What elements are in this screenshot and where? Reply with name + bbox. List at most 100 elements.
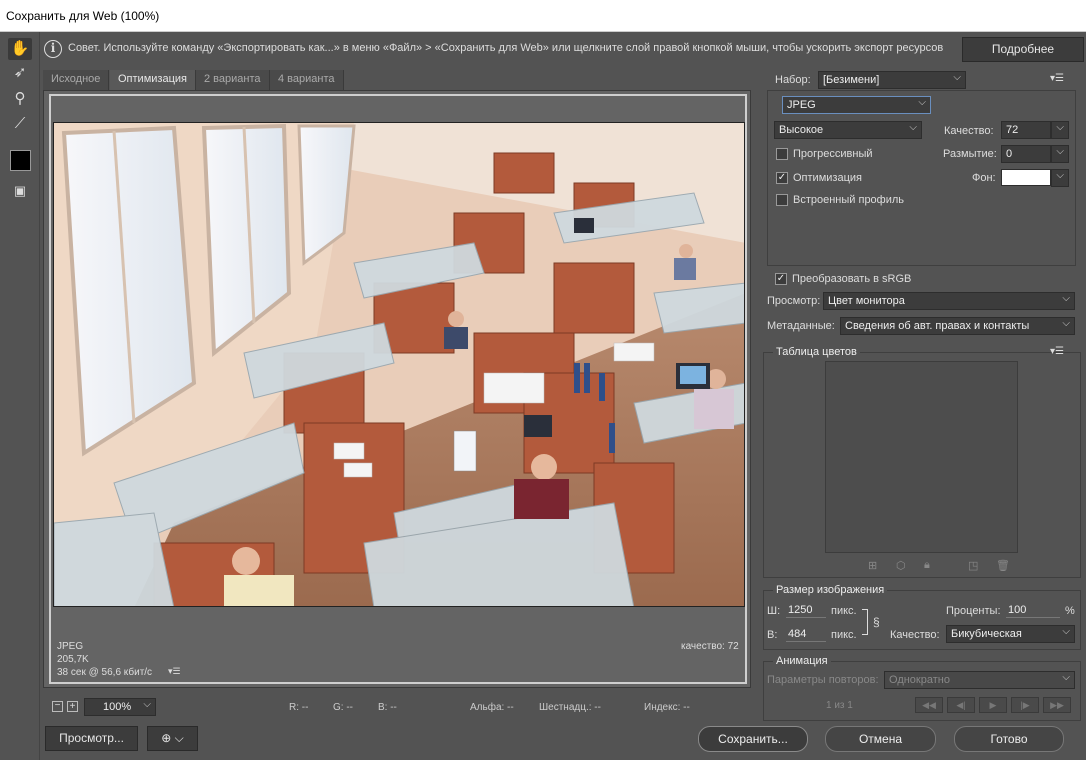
convert-srgb-label: Преобразовать в sRGB (792, 273, 912, 285)
format-select[interactable]: JPEG ⌵ (782, 96, 931, 114)
loop-value: Однократно (889, 674, 950, 686)
preview-value: Цвет монитора (828, 295, 905, 307)
red-readout: R: -- (289, 702, 309, 713)
quality-preset-value: Высокое (779, 124, 824, 136)
preset-select[interactable]: [Безимени] ⌵ (818, 71, 966, 89)
browser-icon: ⊕ (161, 731, 172, 745)
image-size-title: Размер изображения (773, 584, 888, 596)
more-info-button[interactable]: Подробнее (962, 37, 1084, 62)
preset-value: [Безимени] (823, 74, 880, 86)
tab-2up[interactable]: 2 варианта (196, 70, 270, 90)
trash-icon[interactable]: 🗑︎ (996, 559, 1010, 572)
height-unit: пикс. (831, 629, 857, 641)
optimize-menu-icon[interactable]: ▾☰ (1050, 73, 1064, 84)
quality-slider-button[interactable]: ⌵ (1051, 121, 1069, 139)
last-frame-icon[interactable]: ▶▶ (1043, 697, 1071, 713)
chevron-down-icon: ⌵ (953, 72, 961, 83)
download-speed-menu-icon[interactable]: ▾☰ (168, 666, 181, 677)
width-label: Ш: (767, 605, 781, 617)
next-frame-icon[interactable]: |▶ (1011, 697, 1039, 713)
toolbox (0, 32, 40, 760)
prev-frame-icon[interactable]: ◀| (947, 697, 975, 713)
width-input[interactable]: 1250 (786, 603, 826, 618)
cancel-button[interactable]: Отмена (825, 726, 936, 752)
quality-input[interactable]: 72 (1001, 121, 1051, 139)
save-button[interactable]: Сохранить... (698, 726, 808, 752)
color-table-grid[interactable] (825, 361, 1018, 553)
chevron-down-icon: ⌵ (1062, 626, 1070, 637)
preset-label: Набор: (775, 74, 811, 86)
lock-icon[interactable]: 🔒︎ (924, 559, 930, 572)
chevron-down-icon: ⌵ (918, 97, 926, 108)
browser-preview-button[interactable]: ⊕ ⌵ (147, 726, 198, 751)
progressive-checkbox[interactable] (776, 148, 788, 160)
metadata-select[interactable]: Сведения об авт. правах и контакты ⌵ (840, 317, 1075, 335)
quality-readout: качество: 72 (681, 641, 739, 652)
height-label: В: (767, 629, 778, 641)
resample-select[interactable]: Бикубическая ⌵ (946, 625, 1075, 643)
window-title: Сохранить для Web (100%) (0, 0, 1086, 32)
matte-color-swatch[interactable] (1001, 169, 1051, 186)
chevron-down-icon: ⌵ (1062, 672, 1070, 683)
chevron-down-icon: ⌵ (1062, 318, 1070, 329)
loop-select[interactable]: Однократно ⌵ (884, 671, 1075, 689)
zoom-in-icon[interactable]: + (67, 701, 78, 712)
preview-label: Просмотр: (767, 295, 821, 307)
height-input[interactable]: 484 (786, 627, 826, 642)
info-icon: i (44, 40, 62, 58)
embed-profile-checkbox[interactable] (776, 194, 788, 206)
chevron-down-icon: ⌵ (1056, 170, 1064, 181)
blur-slider-button[interactable]: ⌵ (1051, 145, 1069, 163)
preview-image[interactable] (53, 122, 745, 607)
done-button[interactable]: Готово (954, 726, 1064, 752)
hand-tool-icon[interactable]: ✋ (8, 38, 32, 60)
eyedropper-color-swatch[interactable] (10, 150, 31, 171)
matte-label: Фон: (972, 172, 996, 184)
resample-label: Качество: (890, 629, 940, 641)
zoom-out-icon[interactable]: − (52, 701, 63, 712)
web-snap-icon[interactable]: ⬡ (896, 559, 906, 572)
zoom-tool-icon[interactable]: ⚲ (8, 88, 32, 110)
matte-dropdown[interactable]: ⌵ (1051, 169, 1069, 187)
tab-4up[interactable]: 4 варианта (270, 70, 344, 90)
tip-text: Совет. Используйте команду «Экспортирова… (68, 42, 944, 54)
convert-srgb-checkbox[interactable]: ✓ (775, 273, 787, 285)
preview-button[interactable]: Просмотр... (45, 726, 138, 751)
chevron-down-icon: ⌵ (143, 699, 151, 710)
image-format: JPEG (57, 641, 84, 652)
percent-unit: % (1065, 605, 1075, 617)
green-readout: G: -- (333, 702, 353, 713)
tab-original[interactable]: Исходное (43, 70, 110, 90)
image-file-size: 205,7K (57, 654, 89, 665)
optimized-checkbox[interactable]: ✓ (776, 172, 788, 184)
tab-optimized[interactable]: Оптимизация (110, 70, 196, 90)
chevron-down-icon: ⌵ (909, 122, 917, 133)
zoom-select[interactable]: 100% ⌵ (84, 698, 156, 716)
new-color-icon[interactable]: ◳ (968, 559, 978, 572)
quality-preset-select[interactable]: Высокое ⌵ (774, 121, 922, 139)
percent-input[interactable]: 100 (1006, 603, 1060, 618)
play-icon[interactable]: ▶ (979, 697, 1007, 713)
loop-label: Параметры повторов: (767, 674, 879, 686)
resample-value: Бикубическая (951, 628, 1022, 640)
chevron-down-icon: ⌵ (1062, 293, 1070, 304)
first-frame-icon[interactable]: ◀◀ (915, 697, 943, 713)
metadata-value: Сведения об авт. правах и контакты (845, 320, 1030, 332)
map-color-icon[interactable]: ⊞ (868, 559, 877, 572)
animation-title: Анимация (773, 655, 831, 667)
quality-label: Качество: (944, 125, 994, 137)
chevron-down-icon: ⌵ (174, 731, 184, 745)
eyedropper-tool-icon[interactable]: ⟋ (8, 113, 32, 135)
preview-select[interactable]: Цвет монитора ⌵ (823, 292, 1075, 310)
color-table-menu-icon[interactable]: ▾☰ (1050, 346, 1064, 357)
toggle-slices-icon[interactable]: ▣ (8, 180, 32, 202)
zoom-value: 100% (103, 701, 132, 713)
blur-label: Размытие: (943, 148, 997, 160)
alpha-readout: Альфа: -- (470, 702, 514, 713)
frame-counter: 1 из 1 (826, 700, 853, 711)
blur-input[interactable]: 0 (1001, 145, 1051, 163)
link-icon[interactable]: § (873, 615, 880, 629)
slice-select-tool-icon[interactable]: ➶ (8, 62, 32, 84)
download-time: 38 сек @ 56,6 кбит/с (57, 667, 153, 678)
blue-readout: B: -- (378, 702, 397, 713)
